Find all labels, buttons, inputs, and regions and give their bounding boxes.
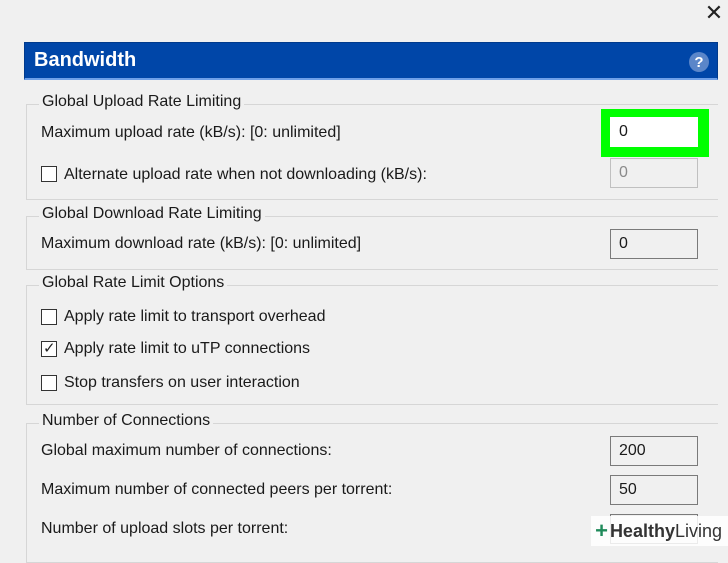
upload-group-title: Global Upload Rate Limiting [39,93,245,111]
connections-group-title: Number of Connections [39,412,214,430]
close-icon: ✕ [704,0,724,25]
section-header: Bandwidth ? [24,42,718,80]
alt-upload-checkbox[interactable] [41,166,57,182]
stop-transfers-label: Stop transfers on user interaction [64,374,300,391]
alt-upload-label: Alternate upload rate when not downloadi… [64,166,427,183]
options-group-title: Global Rate Limit Options [39,274,228,292]
close-button[interactable]: ✕ [700,0,728,26]
global-connections-input[interactable]: 200 [610,436,698,466]
utp-checkbox[interactable]: ✓ [41,340,57,357]
max-download-input[interactable]: 0 [610,229,698,259]
help-icon[interactable]: ? [689,52,709,72]
max-download-label: Maximum download rate (kB/s): [0: unlimi… [41,235,362,252]
section-title: Bandwidth [34,49,137,71]
alt-upload-input[interactable]: 0 [610,158,698,188]
global-connections-label: Global maximum number of connections: [41,442,332,459]
watermark-text: Living [674,520,722,541]
transport-overhead-checkbox[interactable] [41,309,57,325]
max-upload-input[interactable]: 0 [610,117,698,147]
transport-overhead-label: Apply rate limit to transport overhead [64,308,326,325]
upload-slots-label: Number of upload slots per torrent: [41,520,289,537]
watermark-bold: Healthy [609,520,675,541]
max-upload-label: Maximum upload rate (kB/s): [0: unlimite… [41,124,341,141]
stop-transfers-checkbox[interactable] [41,375,57,391]
watermark: + Healthy Living [591,516,728,546]
peers-per-torrent-input[interactable]: 50 [610,475,698,505]
plus-icon: + [595,518,608,543]
checkmark-icon: ✓ [43,340,56,357]
utp-label: Apply rate limit to uTP connections [64,340,311,357]
peers-per-torrent-label: Maximum number of connected peers per to… [41,481,393,498]
download-group-title: Global Download Rate Limiting [39,205,265,223]
